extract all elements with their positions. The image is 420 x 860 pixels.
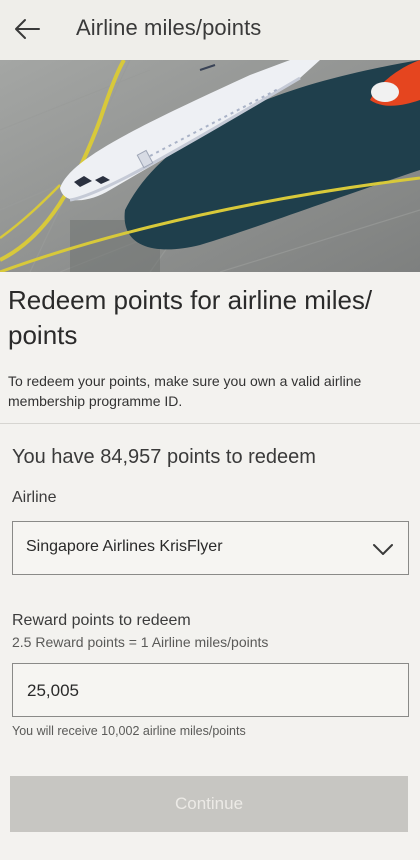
reward-points-label: Reward points to redeem — [12, 612, 191, 629]
airline-select[interactable]: Singapore Airlines KrisFlyer — [12, 521, 409, 575]
section-title: Redeem points for airline miles/ points — [8, 285, 373, 350]
chevron-down-icon — [373, 544, 393, 555]
continue-button[interactable]: Continue — [10, 776, 408, 832]
arrow-left-icon — [15, 19, 40, 39]
app-header: Airline miles/points — [0, 0, 420, 60]
receive-miles-text: You will receive 10,002 airline miles/po… — [12, 724, 246, 738]
back-button[interactable] — [10, 12, 44, 46]
points-balance-text: You have 84,957 points to redeem — [12, 446, 316, 468]
airline-label: Airline — [12, 489, 57, 506]
conversion-rate-text: 2.5 Reward points = 1 Airline miles/poin… — [12, 634, 269, 650]
divider — [0, 423, 420, 424]
page-title: Airline miles/points — [76, 15, 262, 40]
airline-selected-value: Singapore Airlines KrisFlyer — [26, 538, 223, 555]
reward-points-field[interactable] — [12, 663, 409, 717]
hero-airplane-image — [0, 60, 420, 272]
reward-points-input[interactable] — [27, 679, 387, 703]
section-description: To redeem your points, make sure you own… — [8, 373, 362, 409]
